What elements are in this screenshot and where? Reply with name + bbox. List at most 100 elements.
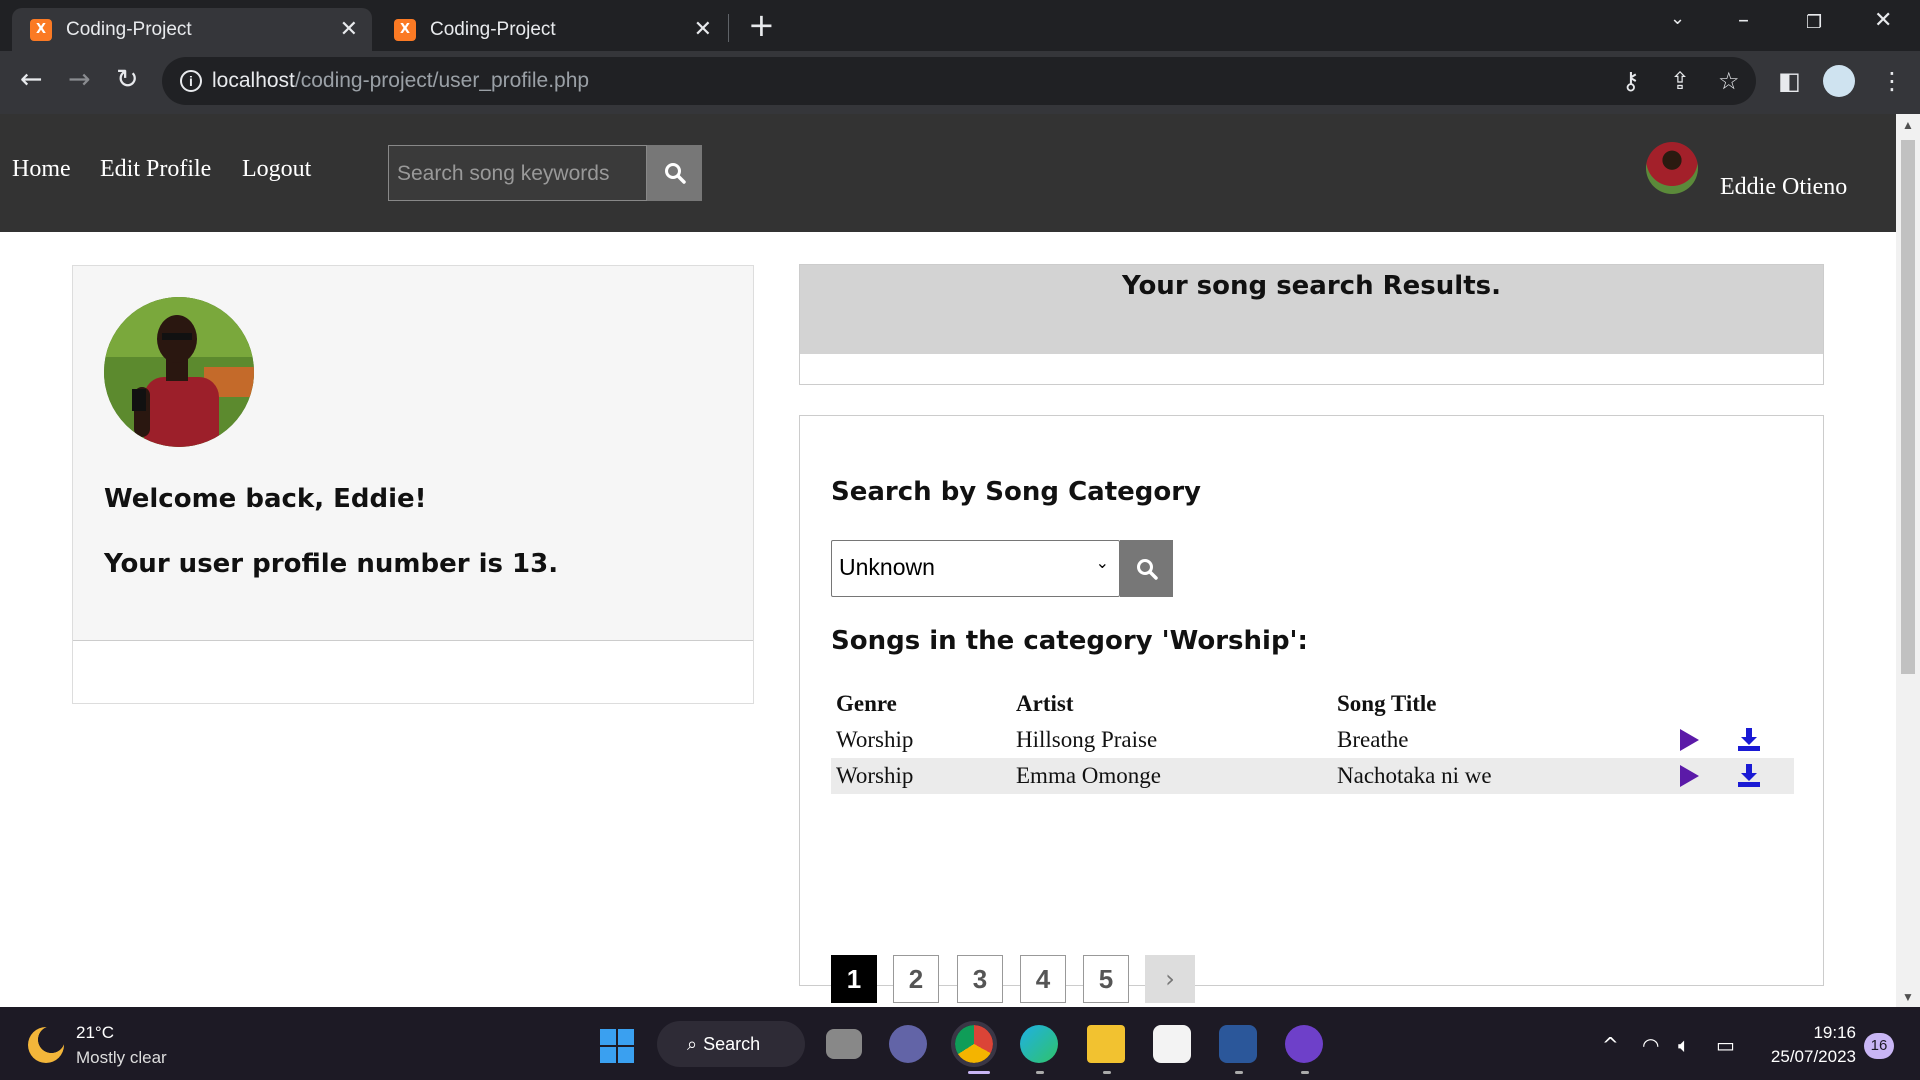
user-avatar[interactable] — [1646, 142, 1698, 194]
close-tab-icon[interactable]: ✕ — [694, 17, 712, 42]
category-search-button[interactable] — [1120, 540, 1173, 597]
weather-temperature[interactable]: 21°C — [76, 1023, 114, 1043]
weather-condition[interactable]: Mostly clear — [76, 1048, 167, 1068]
browser-tab-inactive[interactable]: X Coding-Project ✕ — [376, 8, 726, 51]
weather-moon-icon[interactable] — [28, 1027, 64, 1063]
download-icon[interactable] — [1736, 727, 1762, 751]
page-5-button[interactable]: 5 — [1083, 955, 1129, 1003]
url-host: localhost — [212, 69, 295, 92]
play-icon[interactable] — [1680, 729, 1699, 751]
back-icon[interactable]: ← — [20, 64, 43, 95]
edge-running-indicator — [1036, 1071, 1044, 1074]
column-header-song-title: Song Title — [1337, 691, 1437, 716]
cell-genre: Worship — [836, 763, 914, 788]
chevron-down-icon: ⌄ — [1095, 553, 1109, 572]
clock-date: 25/07/2023 — [1770, 1047, 1856, 1066]
profile-number-heading: Your user profile number is 13. — [104, 549, 559, 579]
download-icon[interactable] — [1736, 763, 1762, 787]
category-title: Search by Song Category — [831, 477, 1202, 507]
word-icon[interactable] — [1219, 1025, 1257, 1063]
browser-tab-active[interactable]: X Coding-Project ✕ — [12, 8, 372, 51]
page-3-button[interactable]: 3 — [957, 955, 1003, 1003]
page-2-button[interactable]: 2 — [893, 955, 939, 1003]
chrome-active-indicator — [968, 1071, 990, 1074]
start-menu-icon[interactable] — [600, 1029, 634, 1063]
close-tab-icon[interactable]: ✕ — [340, 17, 358, 42]
nav-home-link[interactable]: Home — [12, 156, 71, 183]
search-icon — [664, 163, 686, 184]
battery-icon[interactable]: ▭ — [1716, 1033, 1735, 1057]
browser-menu-icon[interactable]: ⋮ — [1880, 67, 1904, 95]
tab-title: Coding-Project — [66, 18, 192, 40]
next-page-button[interactable]: › — [1145, 955, 1195, 1003]
page-4-button[interactable]: 4 — [1020, 955, 1066, 1003]
table-header-row: Genre Artist Song Title — [831, 686, 1794, 722]
forward-icon[interactable]: → — [68, 64, 91, 95]
browser-tab-strip: X Coding-Project ✕ X Coding-Project ✕ + … — [0, 0, 1920, 51]
task-view-icon[interactable] — [826, 1029, 862, 1059]
song-search-button[interactable] — [647, 145, 702, 201]
cell-song-title: Breathe — [1337, 727, 1409, 752]
column-header-genre: Genre — [836, 691, 897, 716]
share-icon[interactable]: ⇪ — [1670, 67, 1690, 95]
password-key-icon[interactable]: ⚷ — [1622, 67, 1640, 95]
restore-icon[interactable]: ❐ — [1806, 12, 1822, 33]
file-explorer-icon[interactable] — [1087, 1025, 1125, 1063]
tab-search-chevron-icon[interactable]: ⌄ — [1670, 8, 1685, 29]
github-running-indicator — [1301, 1071, 1309, 1074]
taskbar-search[interactable]: ⌕ Search — [657, 1021, 805, 1067]
songs-table: Genre Artist Song Title Worship Hillsong… — [831, 686, 1794, 794]
system-clock[interactable]: 19:16 25/07/2023 — [1760, 1023, 1856, 1067]
wifi-icon[interactable]: ◠ — [1642, 1033, 1659, 1057]
scrollbar-thumb[interactable] — [1901, 140, 1915, 674]
nav-user-name: Eddie Otieno — [1720, 174, 1848, 200]
table-row: Worship Hillsong Praise Breathe — [831, 722, 1794, 758]
category-panel: Search by Song Category Unknown ⌄ Songs … — [799, 415, 1824, 1003]
minimize-icon[interactable]: – — [1738, 8, 1749, 33]
search-icon: ⌕ — [687, 1033, 698, 1055]
scroll-down-icon[interactable]: ▼ — [1902, 990, 1914, 1004]
song-search-input[interactable]: Search song keywords — [388, 145, 647, 201]
microsoft-store-icon[interactable] — [1153, 1025, 1191, 1063]
cell-song-title: Nachotaka ni we — [1337, 763, 1492, 788]
edge-icon[interactable] — [1020, 1025, 1058, 1063]
tab-separator — [728, 14, 729, 42]
word-running-indicator — [1235, 1071, 1243, 1074]
browser-profile-avatar[interactable] — [1823, 65, 1855, 97]
profile-panel: Welcome back, Eddie! Your user profile n… — [72, 265, 754, 704]
teams-chat-icon[interactable] — [889, 1025, 927, 1063]
bookmark-star-icon[interactable]: ☆ — [1718, 67, 1740, 95]
address-bar[interactable]: i localhost/coding-project/user_profile.… — [162, 57, 1756, 105]
explorer-running-indicator — [1103, 1071, 1111, 1074]
show-hidden-icons-chevron-icon[interactable]: ^ — [1602, 1033, 1619, 1057]
browser-toolbar: ← → ↻ i localhost/coding-project/user_pr… — [0, 51, 1920, 114]
cell-genre: Worship — [836, 727, 914, 752]
nav-edit-profile-link[interactable]: Edit Profile — [100, 156, 211, 183]
category-selected-value: Unknown — [839, 554, 935, 580]
chrome-icon[interactable] — [951, 1021, 997, 1067]
table-row: Worship Emma Omonge Nachotaka ni we — [831, 758, 1794, 794]
close-window-icon[interactable]: ✕ — [1874, 8, 1892, 33]
github-desktop-icon[interactable] — [1285, 1025, 1323, 1063]
windows-taskbar: 21°C Mostly clear ⌕ Search ^ ◠ 🔈︎ ▭ 19:16… — [0, 1007, 1920, 1080]
scroll-up-icon[interactable]: ▲ — [1902, 118, 1914, 132]
cell-artist: Hillsong Praise — [1016, 727, 1158, 752]
site-info-icon[interactable]: i — [180, 70, 202, 92]
page-1-button[interactable]: 1 — [831, 955, 877, 1003]
play-icon[interactable] — [1680, 765, 1699, 787]
site-navbar: Home Edit Profile Logout Search song key… — [0, 114, 1896, 232]
category-select[interactable]: Unknown ⌄ — [831, 540, 1120, 597]
side-panel-icon[interactable]: ◧ — [1778, 67, 1801, 95]
reload-icon[interactable]: ↻ — [116, 64, 139, 95]
new-tab-icon[interactable]: + — [748, 8, 775, 42]
column-header-artist: Artist — [1016, 691, 1074, 716]
clock-time: 19:16 — [1813, 1023, 1856, 1042]
notification-badge[interactable]: 16 — [1864, 1033, 1894, 1059]
volume-icon[interactable]: 🔈︎ — [1678, 1033, 1690, 1057]
page-scrollbar[interactable]: ▲ ▼ — [1896, 114, 1920, 1007]
profile-picture — [104, 297, 254, 447]
welcome-heading: Welcome back, Eddie! — [104, 484, 427, 514]
nav-logout-link[interactable]: Logout — [242, 156, 311, 183]
profile-card: Welcome back, Eddie! Your user profile n… — [73, 266, 753, 641]
xampp-favicon-icon: X — [30, 18, 52, 41]
